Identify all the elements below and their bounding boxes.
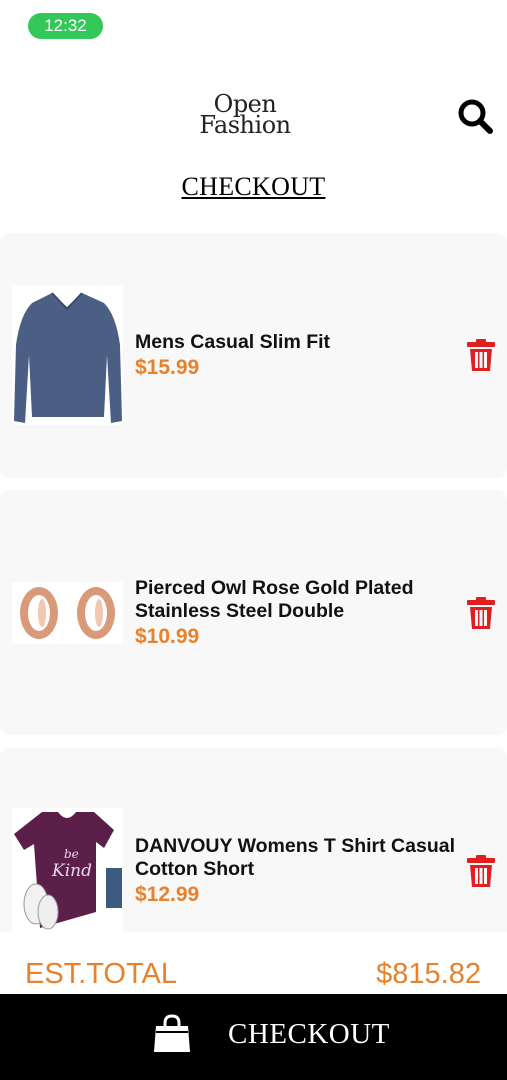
cart-item[interactable]: Mens Casual Slim Fit $15.99 [0, 233, 507, 478]
trash-icon [467, 339, 495, 371]
item-name: Mens Casual Slim Fit [135, 331, 331, 353]
svg-text:Kind: Kind [51, 861, 92, 881]
product-image [12, 285, 123, 425]
svg-text:be: be [64, 847, 79, 861]
delete-item-button[interactable] [466, 338, 496, 372]
status-time: 12:32 [28, 13, 103, 39]
logo-line-2: Fashion [199, 111, 291, 139]
page-title: CHECKOUT [181, 172, 326, 201]
item-price: $15.99 [135, 356, 200, 379]
delete-item-button[interactable] [466, 596, 496, 630]
checkout-button[interactable]: CHECKOUT [0, 994, 507, 1080]
trash-icon [467, 597, 495, 629]
trash-icon [467, 855, 495, 887]
search-button[interactable] [456, 97, 494, 135]
item-price: $12.99 [135, 883, 200, 906]
shopping-bag-icon [154, 1014, 190, 1052]
product-image: be Kind [12, 808, 123, 932]
search-icon [458, 99, 493, 134]
total-label: EST.TOTAL [25, 958, 178, 990]
cart-item[interactable]: Pierced Owl Rose Gold Plated Stainless S… [0, 490, 507, 735]
item-price: $10.99 [135, 625, 200, 648]
item-name: Pierced Owl Rose Gold Plated Stainless S… [135, 577, 414, 622]
product-image [12, 582, 123, 644]
checkout-button-label: CHECKOUT [228, 1018, 390, 1050]
delete-item-button[interactable] [466, 854, 496, 888]
app-logo[interactable]: Open Fashion [190, 92, 300, 139]
item-name: DANVOUY Womens T Shirt Casual Cotton Sho… [135, 835, 456, 880]
total-value: $815.82 [376, 958, 481, 990]
